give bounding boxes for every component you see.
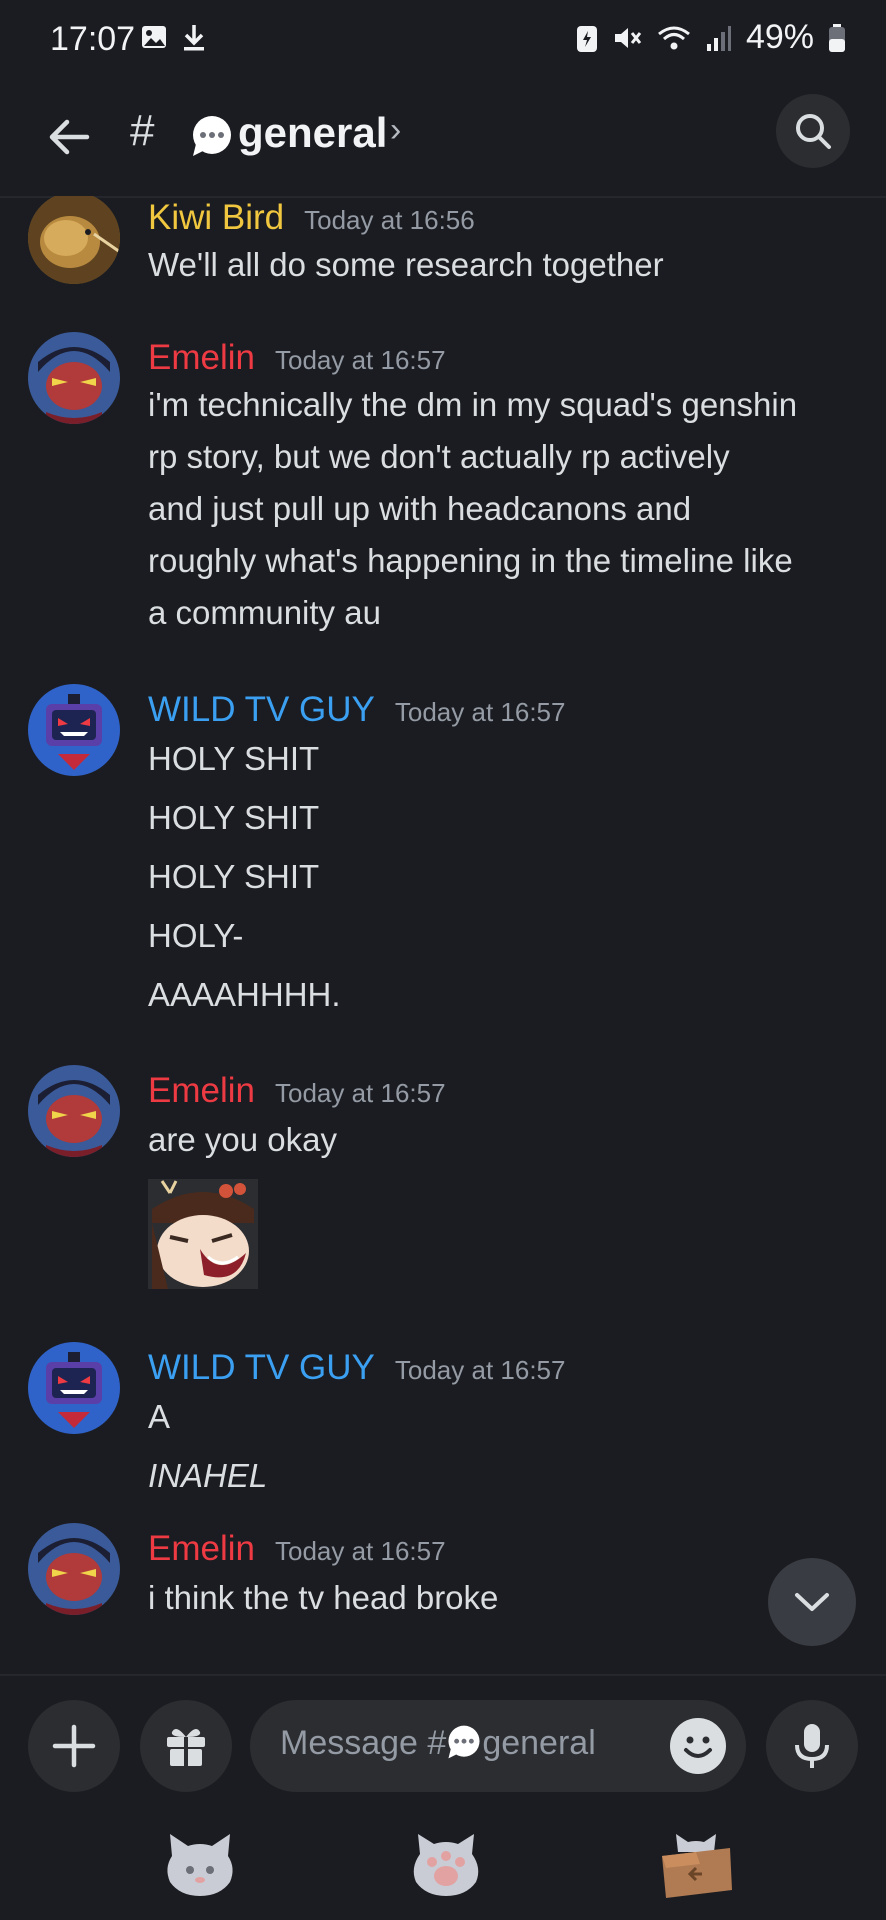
gallery-icon: [142, 26, 166, 48]
status-right-icons: 49%: [576, 18, 846, 57]
author-name[interactable]: WILD TV GUY: [148, 1348, 375, 1388]
avatar[interactable]: [28, 1065, 120, 1157]
timestamp: Today at 16:57: [394, 1355, 566, 1385]
avatar[interactable]: [28, 684, 120, 776]
message-text: rp story, but we don't actually rp activ…: [148, 438, 730, 475]
message-text: i think the tv head broke: [148, 1579, 499, 1616]
avatar[interactable]: [28, 1523, 120, 1615]
message-text: HOLY SHIT: [148, 740, 320, 777]
speech-bubble-icon: [448, 1725, 480, 1759]
cat-in-box-icon[interactable]: [656, 1828, 736, 1900]
wifi-icon: [658, 26, 690, 49]
avatar[interactable]: [28, 196, 120, 284]
chevron-right-icon[interactable]: ›: [390, 111, 401, 150]
arrow-left-icon: [49, 119, 90, 155]
message-header: Kiwi Bird Today at 16:56: [148, 198, 475, 238]
status-time: 17:07: [50, 20, 136, 58]
message-text: HOLY-: [148, 917, 244, 954]
message-list[interactable]: Kiwi Bird Today at 16:56 We'll all do so…: [0, 196, 886, 1674]
channel-header: # general ›: [0, 86, 886, 198]
scroll-to-bottom-button[interactable]: [768, 1558, 856, 1646]
search-icon: [796, 114, 831, 149]
message-header: Emelin Today at 16:57: [148, 1529, 446, 1569]
mute-icon: [614, 27, 642, 48]
search-button[interactable]: [776, 94, 850, 168]
bottom-navigation: [0, 1810, 886, 1920]
emoji-button[interactable]: [670, 1718, 726, 1774]
back-button[interactable]: [40, 108, 98, 166]
chevron-down-icon: [795, 1593, 829, 1611]
timestamp: Today at 16:57: [274, 345, 446, 375]
message-header: WILD TV GUY Today at 16:57: [148, 690, 565, 730]
status-left-icons: [140, 22, 208, 52]
message-header: Emelin Today at 16:57: [148, 338, 446, 378]
timestamp: Today at 16:57: [394, 697, 566, 727]
timestamp: Today at 16:56: [304, 205, 475, 235]
tv-head-avatar-icon: [28, 1342, 120, 1434]
message-text: roughly what's happening in the timeline…: [148, 542, 793, 579]
message-text: AAAAHHHH.: [148, 976, 341, 1013]
message-text: are you okay: [148, 1121, 337, 1158]
add-attachment-button[interactable]: [28, 1700, 120, 1792]
message-text: and just pull up with headcanons and: [148, 490, 692, 527]
paw-icon[interactable]: [406, 1828, 486, 1900]
author-name[interactable]: Kiwi Bird: [148, 198, 284, 238]
voice-message-button[interactable]: [766, 1700, 858, 1792]
battery-icon: [829, 23, 845, 52]
download-icon: [184, 25, 204, 51]
author-name[interactable]: Emelin: [148, 1529, 255, 1569]
message-input[interactable]: Message # general: [250, 1700, 746, 1792]
message-header: Emelin Today at 16:57: [148, 1071, 446, 1111]
status-bar: 17:07 49%: [0, 0, 886, 86]
emelin-avatar-icon: [28, 332, 120, 424]
channel-hash: #: [130, 106, 155, 155]
author-name[interactable]: Emelin: [148, 338, 255, 378]
author-name[interactable]: WILD TV GUY: [148, 690, 375, 730]
message-text: a community au: [148, 594, 381, 631]
message-composer: Message # general: [0, 1674, 886, 1812]
avatar[interactable]: [28, 1342, 120, 1434]
cat-face-icon[interactable]: [160, 1828, 240, 1900]
author-name[interactable]: Emelin: [148, 1071, 255, 1111]
emelin-avatar-icon: [28, 1065, 120, 1157]
gift-icon: [167, 1728, 205, 1766]
emoji-icon: [684, 1736, 712, 1758]
timestamp: Today at 16:57: [274, 1536, 446, 1566]
channel-name[interactable]: general: [238, 109, 387, 157]
message-text: A: [148, 1398, 171, 1435]
timestamp: Today at 16:57: [274, 1078, 446, 1108]
plus-icon: [52, 1724, 96, 1768]
emelin-avatar-icon: [28, 1523, 120, 1615]
message-header: WILD TV GUY Today at 16:57: [148, 1348, 565, 1388]
laughing-character-sticker[interactable]: [148, 1179, 258, 1289]
tv-head-avatar-icon: [28, 684, 120, 776]
battery-percent: 49%: [745, 18, 814, 56]
battery-saver-icon: [576, 25, 597, 52]
message-text: HOLY SHIT: [148, 858, 320, 895]
message-text: HOLY SHIT: [148, 799, 320, 836]
speech-bubble-icon: [193, 116, 231, 156]
gift-button[interactable]: [140, 1700, 232, 1792]
signal-icon: [706, 25, 731, 51]
avatar[interactable]: [28, 332, 120, 424]
microphone-icon: [795, 1724, 829, 1768]
message-text: i'm technically the dm in my squad's gen…: [148, 386, 798, 423]
kiwi-bird-avatar-icon: [28, 196, 120, 284]
message-text: INAHEL: [148, 1457, 268, 1494]
message-text: We'll all do some research together: [148, 246, 664, 283]
message-input-placeholder: Message # general: [280, 1724, 596, 1762]
